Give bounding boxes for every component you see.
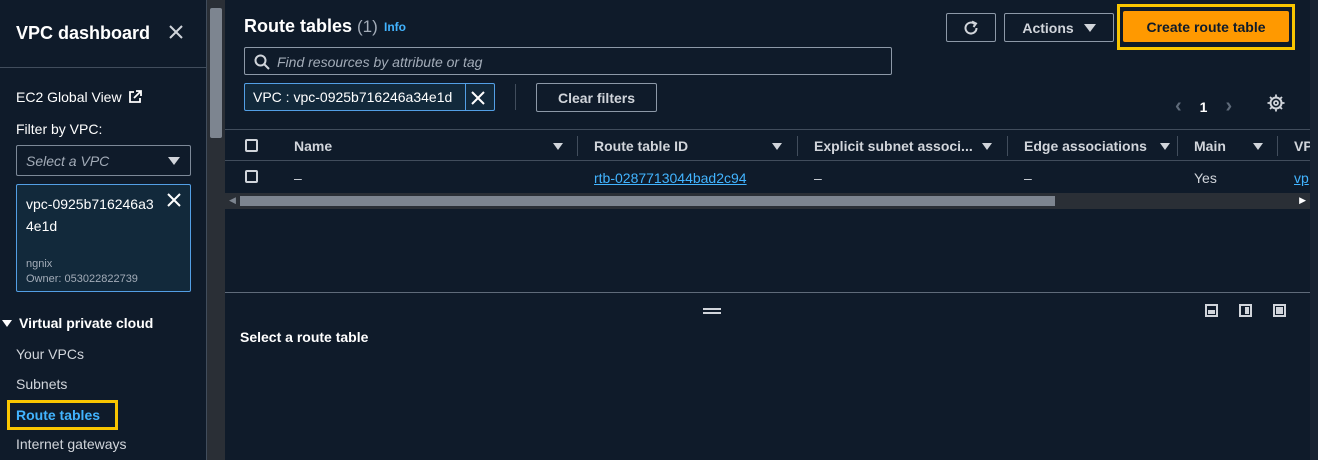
column-header-main[interactable]: Main [1194, 138, 1226, 154]
actions-label: Actions [1022, 19, 1074, 36]
section-virtual-private-cloud[interactable]: Virtual private cloud [0, 315, 153, 331]
column-header-name[interactable]: Name [294, 138, 332, 154]
vpc-select[interactable]: Select a VPC [16, 145, 191, 176]
divider [515, 84, 516, 110]
sidebar-title: VPC dashboard [16, 23, 151, 43]
cell-edge-associations: – [1024, 170, 1032, 186]
caret-down-icon [1083, 23, 1096, 32]
search-icon [254, 54, 270, 75]
search-input[interactable]: Find resources by attribute or tag [244, 47, 892, 75]
chevron-right-icon[interactable]: › [1225, 95, 1232, 118]
column-divider[interactable] [1007, 136, 1008, 156]
route-table-id-link[interactable]: rtb-0287713044bad2c94 [594, 170, 747, 186]
filter-token: VPC : vpc-0925b716246a34e1d [244, 83, 495, 111]
page-scrollbar[interactable] [1310, 0, 1318, 460]
column-header-edge-associations[interactable]: Edge associations [1024, 138, 1147, 154]
selected-vpc-id: vpc-0925b716246a34e1d [26, 196, 154, 234]
chevron-left-icon[interactable]: ‹ [1175, 95, 1182, 118]
filter-token-label: VPC : vpc-0925b716246a34e1d [253, 89, 453, 105]
icon-fill [1245, 307, 1249, 314]
column-header-route-table-id[interactable]: Route table ID [594, 138, 688, 154]
sidebar-item-route-tables[interactable]: Route tables [16, 407, 100, 423]
ec2-global-view-label[interactable]: EC2 Global View [16, 89, 122, 105]
scrollbar-thumb[interactable] [210, 8, 222, 138]
sidebar: VPC dashboard EC2 Global View Filter by … [0, 0, 207, 460]
info-link[interactable]: Info [384, 20, 406, 34]
remove-vpc-icon[interactable] [167, 190, 181, 213]
cell-name: – [294, 170, 302, 186]
sort-caret-icon[interactable] [553, 143, 563, 150]
search-placeholder: Find resources by attribute or tag [277, 54, 483, 70]
resource-count: (1) [357, 17, 378, 36]
divider [0, 67, 206, 68]
selected-vpc-token: vpc-0925b716246a34e1d ngnix Owner: 05302… [16, 184, 191, 292]
sort-caret-icon[interactable] [982, 143, 992, 150]
panel-position-side-icon[interactable] [1239, 304, 1252, 317]
caret-down-icon [2, 319, 12, 327]
refresh-button[interactable] [946, 13, 996, 42]
sidebar-scrollbar[interactable] [207, 0, 225, 460]
resize-handle[interactable] [703, 308, 721, 314]
refresh-icon [964, 20, 978, 35]
panel-position-bottom-icon[interactable] [1205, 304, 1218, 317]
column-divider[interactable] [577, 136, 578, 156]
sidebar-item-subnets[interactable]: Subnets [16, 376, 67, 392]
pagination: ‹ 1 › [1175, 95, 1232, 118]
ec2-global-view-link[interactable]: EC2 Global View [16, 89, 142, 105]
external-link-icon [128, 90, 142, 104]
vpc-link[interactable]: vp [1294, 170, 1309, 186]
sidebar-item-your-vpcs[interactable]: Your VPCs [16, 346, 84, 362]
cell-main: Yes [1194, 170, 1217, 186]
caret-down-icon [168, 157, 180, 165]
column-divider[interactable] [797, 136, 798, 156]
sidebar-item-internet-gateways[interactable]: Internet gateways [16, 436, 127, 452]
table-header: Name Route table ID Explicit subnet asso… [225, 129, 1313, 161]
sort-caret-icon[interactable] [1253, 143, 1263, 150]
divider [465, 84, 466, 110]
split-panel: Select a route table [225, 292, 1310, 460]
column-divider[interactable] [1277, 136, 1278, 156]
scroll-right-icon[interactable]: ▶ [1299, 195, 1306, 206]
panel-position-full-icon[interactable] [1273, 304, 1286, 317]
page-title: Route tables [244, 16, 353, 36]
row-checkbox[interactable] [245, 170, 258, 183]
scrollbar-thumb[interactable] [240, 196, 1055, 206]
actions-button[interactable]: Actions [1004, 13, 1114, 42]
vpc-select-placeholder: Select a VPC [26, 153, 110, 169]
scroll-left-icon[interactable]: ◀ [229, 195, 236, 206]
cell-explicit-subnet: – [814, 170, 822, 186]
route-tables-panel: Route tables (1) Info Actions Create rou… [225, 0, 1313, 292]
icon-fill [1208, 310, 1215, 314]
filter-by-vpc-label: Filter by VPC: [16, 121, 103, 137]
selected-vpc-owner: Owner: 053022822739 [26, 273, 138, 285]
remove-filter-icon[interactable] [471, 86, 485, 111]
gear-icon[interactable] [1267, 94, 1285, 117]
selected-vpc-name: ngnix [26, 258, 53, 270]
column-header-explicit-subnet[interactable]: Explicit subnet associ... [814, 138, 973, 154]
page-number[interactable]: 1 [1200, 99, 1208, 115]
sort-caret-icon[interactable] [1160, 143, 1170, 150]
section-label: Virtual private cloud [19, 315, 154, 331]
column-divider[interactable] [1177, 136, 1178, 156]
sort-caret-icon[interactable] [772, 143, 782, 150]
icon-fill [1276, 307, 1283, 314]
split-panel-title: Select a route table [240, 329, 369, 345]
create-route-table-button[interactable]: Create route table [1123, 11, 1289, 42]
close-icon[interactable] [168, 22, 188, 44]
table-horizontal-scrollbar[interactable]: ◀ ▶ [225, 193, 1310, 209]
select-all-checkbox[interactable] [245, 139, 258, 152]
clear-filters-button[interactable]: Clear filters [536, 83, 657, 112]
